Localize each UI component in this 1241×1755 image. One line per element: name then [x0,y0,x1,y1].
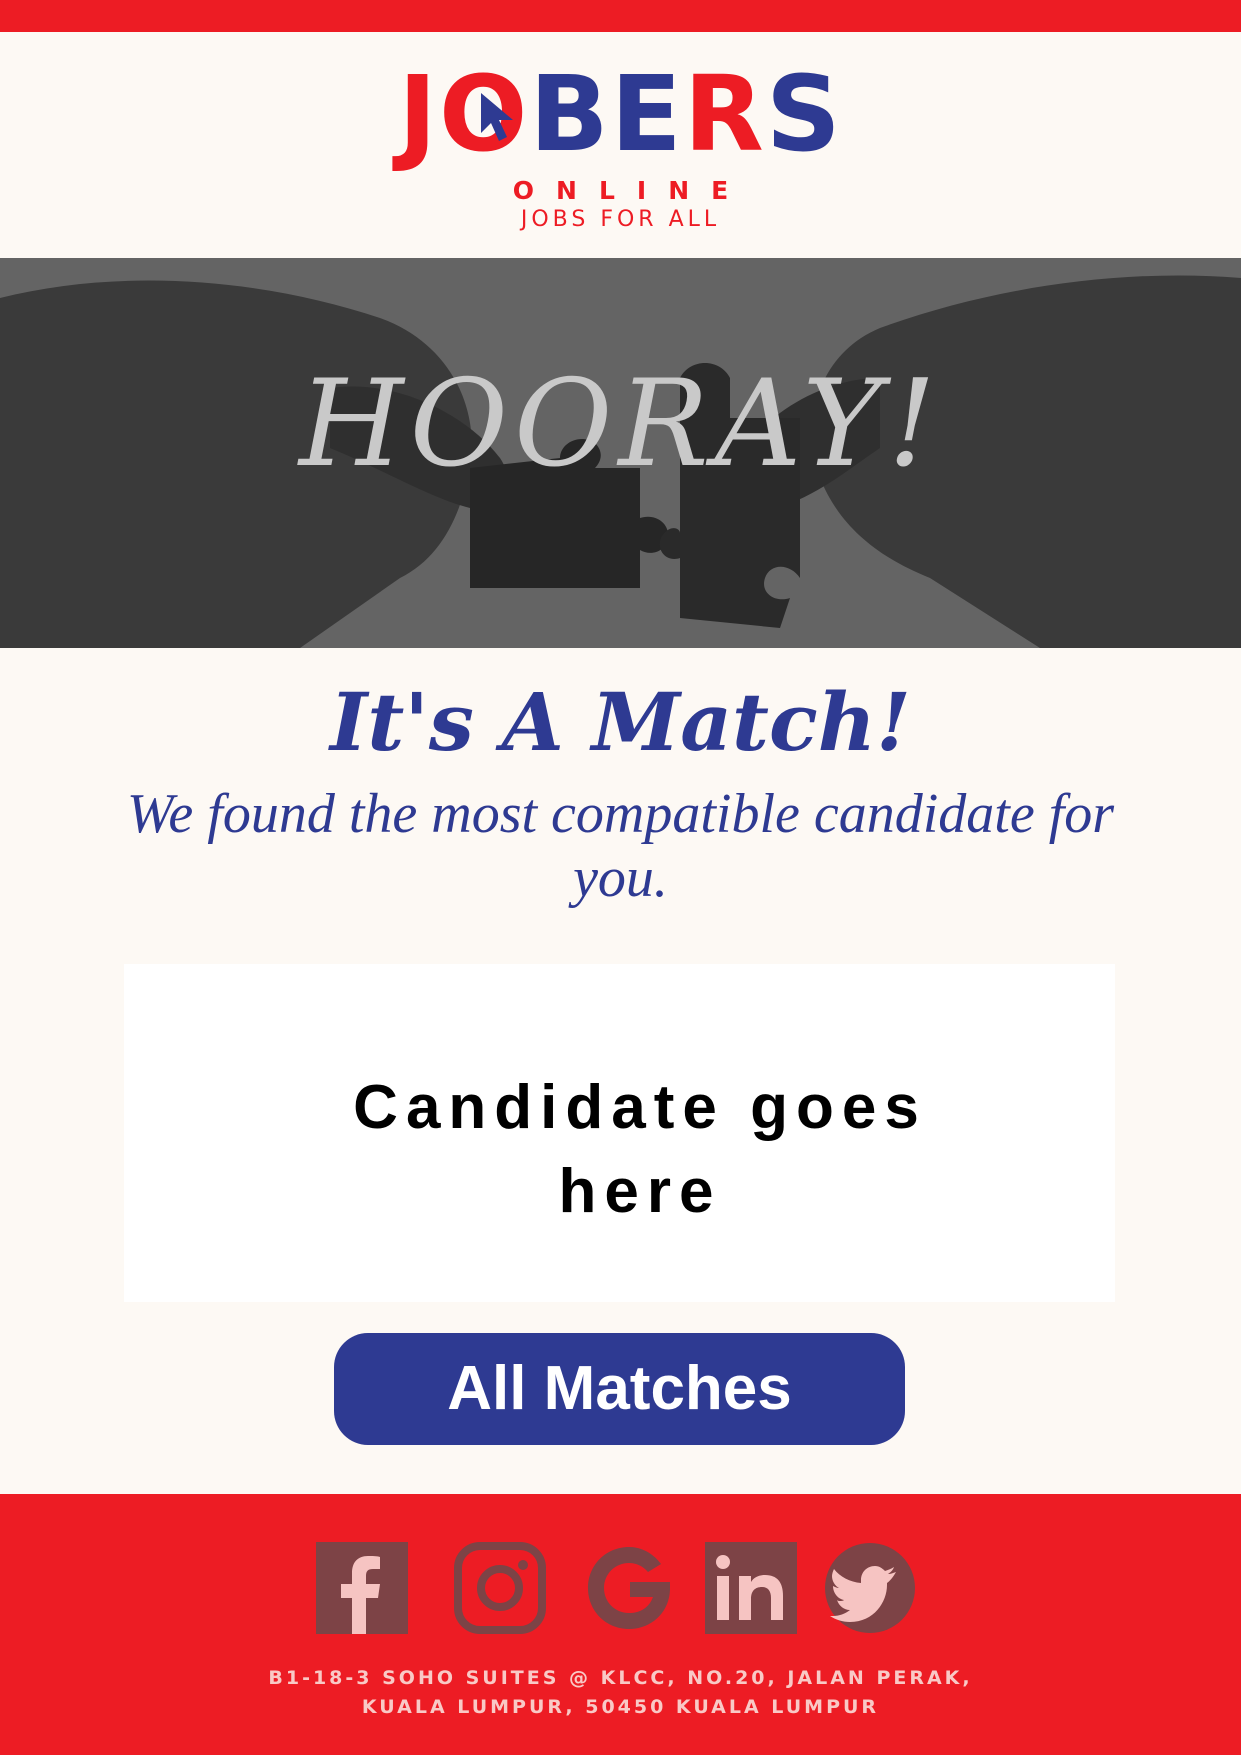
all-matches-button[interactable]: All Matches [334,1333,905,1445]
linkedin-icon[interactable] [705,1542,797,1634]
candidate-line-1: Candidate goes [353,1073,927,1142]
address-line-1: B1-18-3 SOHO SUITES @ KLCC, NO.20, JALAN… [268,1667,973,1689]
facebook-icon[interactable] [316,1542,408,1634]
top-accent-bar [0,0,1241,32]
cursor-icon [480,93,513,141]
google-icon[interactable] [583,1542,675,1634]
hooray-title: HOORAY! [299,355,942,494]
candidate-line-2: here [558,1157,722,1226]
twitter-icon[interactable] [824,1542,916,1634]
candidate-placeholder: Candidate goes here [160,1066,1120,1234]
address-line-2: KUALA LUMPUR, 50450 KUALA LUMPUR [361,1696,880,1718]
logo-wordmark: JOBERS [398,53,843,175]
footer-address: B1-18-3 SOHO SUITES @ KLCC, NO.20, JALAN… [0,1664,1241,1722]
match-headline: It's A Match! [329,675,911,769]
footer: B1-18-3 SOHO SUITES @ KLCC, NO.20, JALAN… [0,1494,1241,1755]
logo-tagline: JOBS FOR ALL [520,207,721,232]
logo-online: ONLINE [512,176,751,205]
jobers-logo[interactable]: JOBERS ONLINE JOBS FOR ALL [0,58,1241,238]
instagram-icon[interactable] [454,1542,546,1634]
match-subline: We found the most compatible candidate f… [126,783,1115,909]
